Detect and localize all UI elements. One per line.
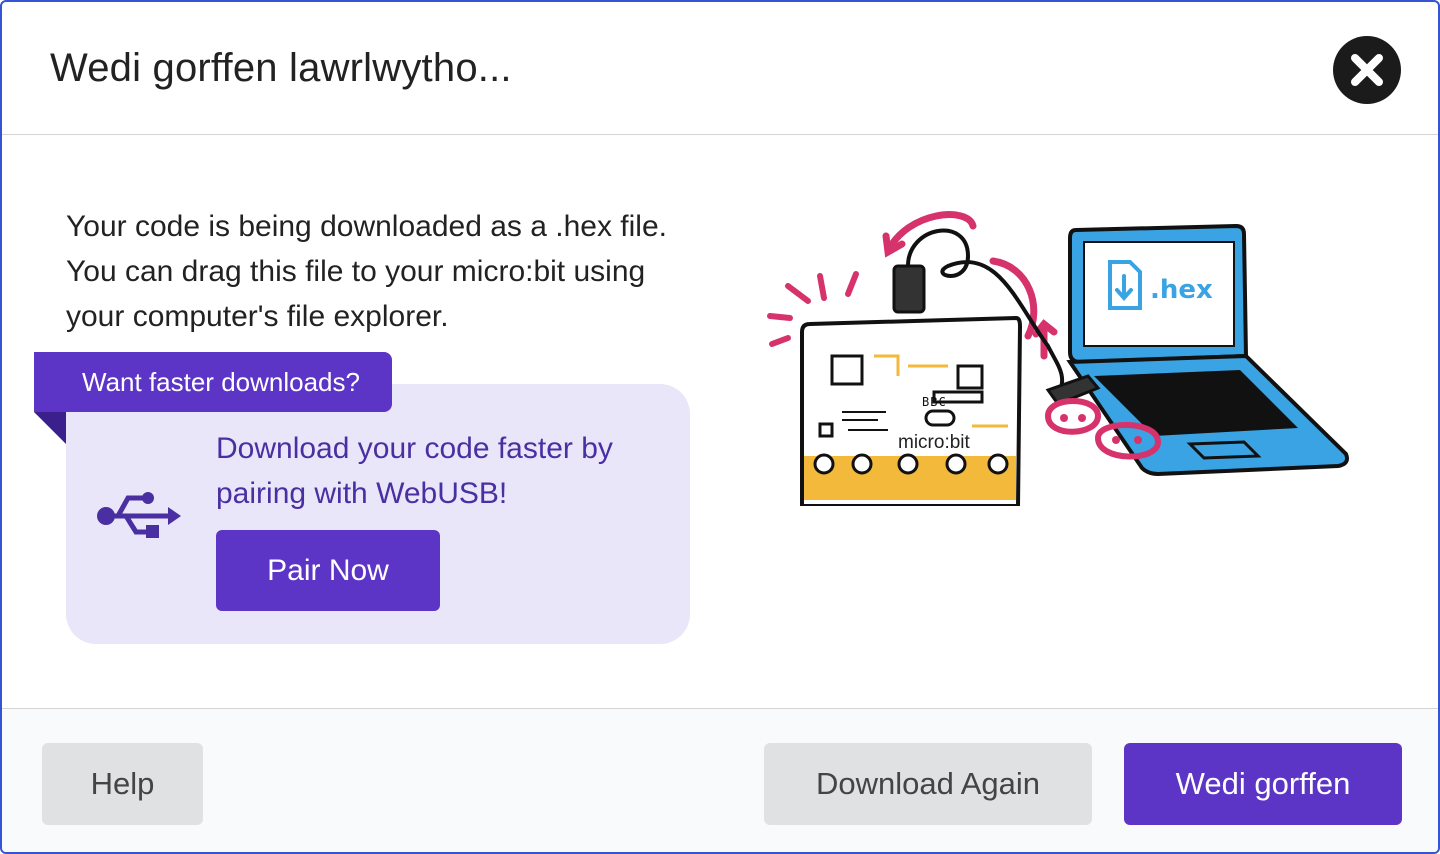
close-button[interactable]: [1333, 36, 1401, 104]
download-again-button[interactable]: Download Again: [764, 743, 1092, 825]
laptop: .hex: [1045, 223, 1349, 477]
webusb-promo-text: Download your code faster by pairing wit…: [216, 432, 613, 510]
help-button[interactable]: Help: [42, 743, 203, 825]
dialog-header: Wedi gorffen lawrlwytho...: [2, 2, 1438, 135]
faster-downloads-banner: Want faster downloads?: [34, 352, 392, 412]
dialog-content: Your code is being downloaded as a .hex …: [2, 136, 1438, 708]
done-button[interactable]: Wedi gorffen: [1124, 743, 1402, 825]
pair-now-button[interactable]: Pair Now: [216, 530, 440, 611]
download-description: Your code is being downloaded as a .hex …: [66, 210, 667, 333]
board-label: micro:bit: [898, 432, 971, 453]
dialog-title: Wedi gorffen lawrlwytho...: [50, 46, 512, 90]
board-brand: BBC: [922, 395, 947, 409]
microbit-board: BBC micro:bit: [800, 315, 1023, 506]
webusb-promo-card: Download your code faster by pairing wit…: [66, 384, 690, 644]
close-icon: [1351, 54, 1383, 86]
banner-fold: [34, 412, 66, 444]
download-dialog: Wedi gorffen lawrlwytho... Your code is …: [0, 0, 1440, 854]
usb-plug: [892, 264, 926, 314]
microbit-laptop-illustration: BBC micro:bit .hex: [767, 211, 1349, 506]
usb-icon: [97, 492, 181, 538]
dialog-footer: Help Download Again Wedi gorffen: [2, 708, 1438, 852]
hex-file-label: .hex: [1150, 275, 1213, 305]
